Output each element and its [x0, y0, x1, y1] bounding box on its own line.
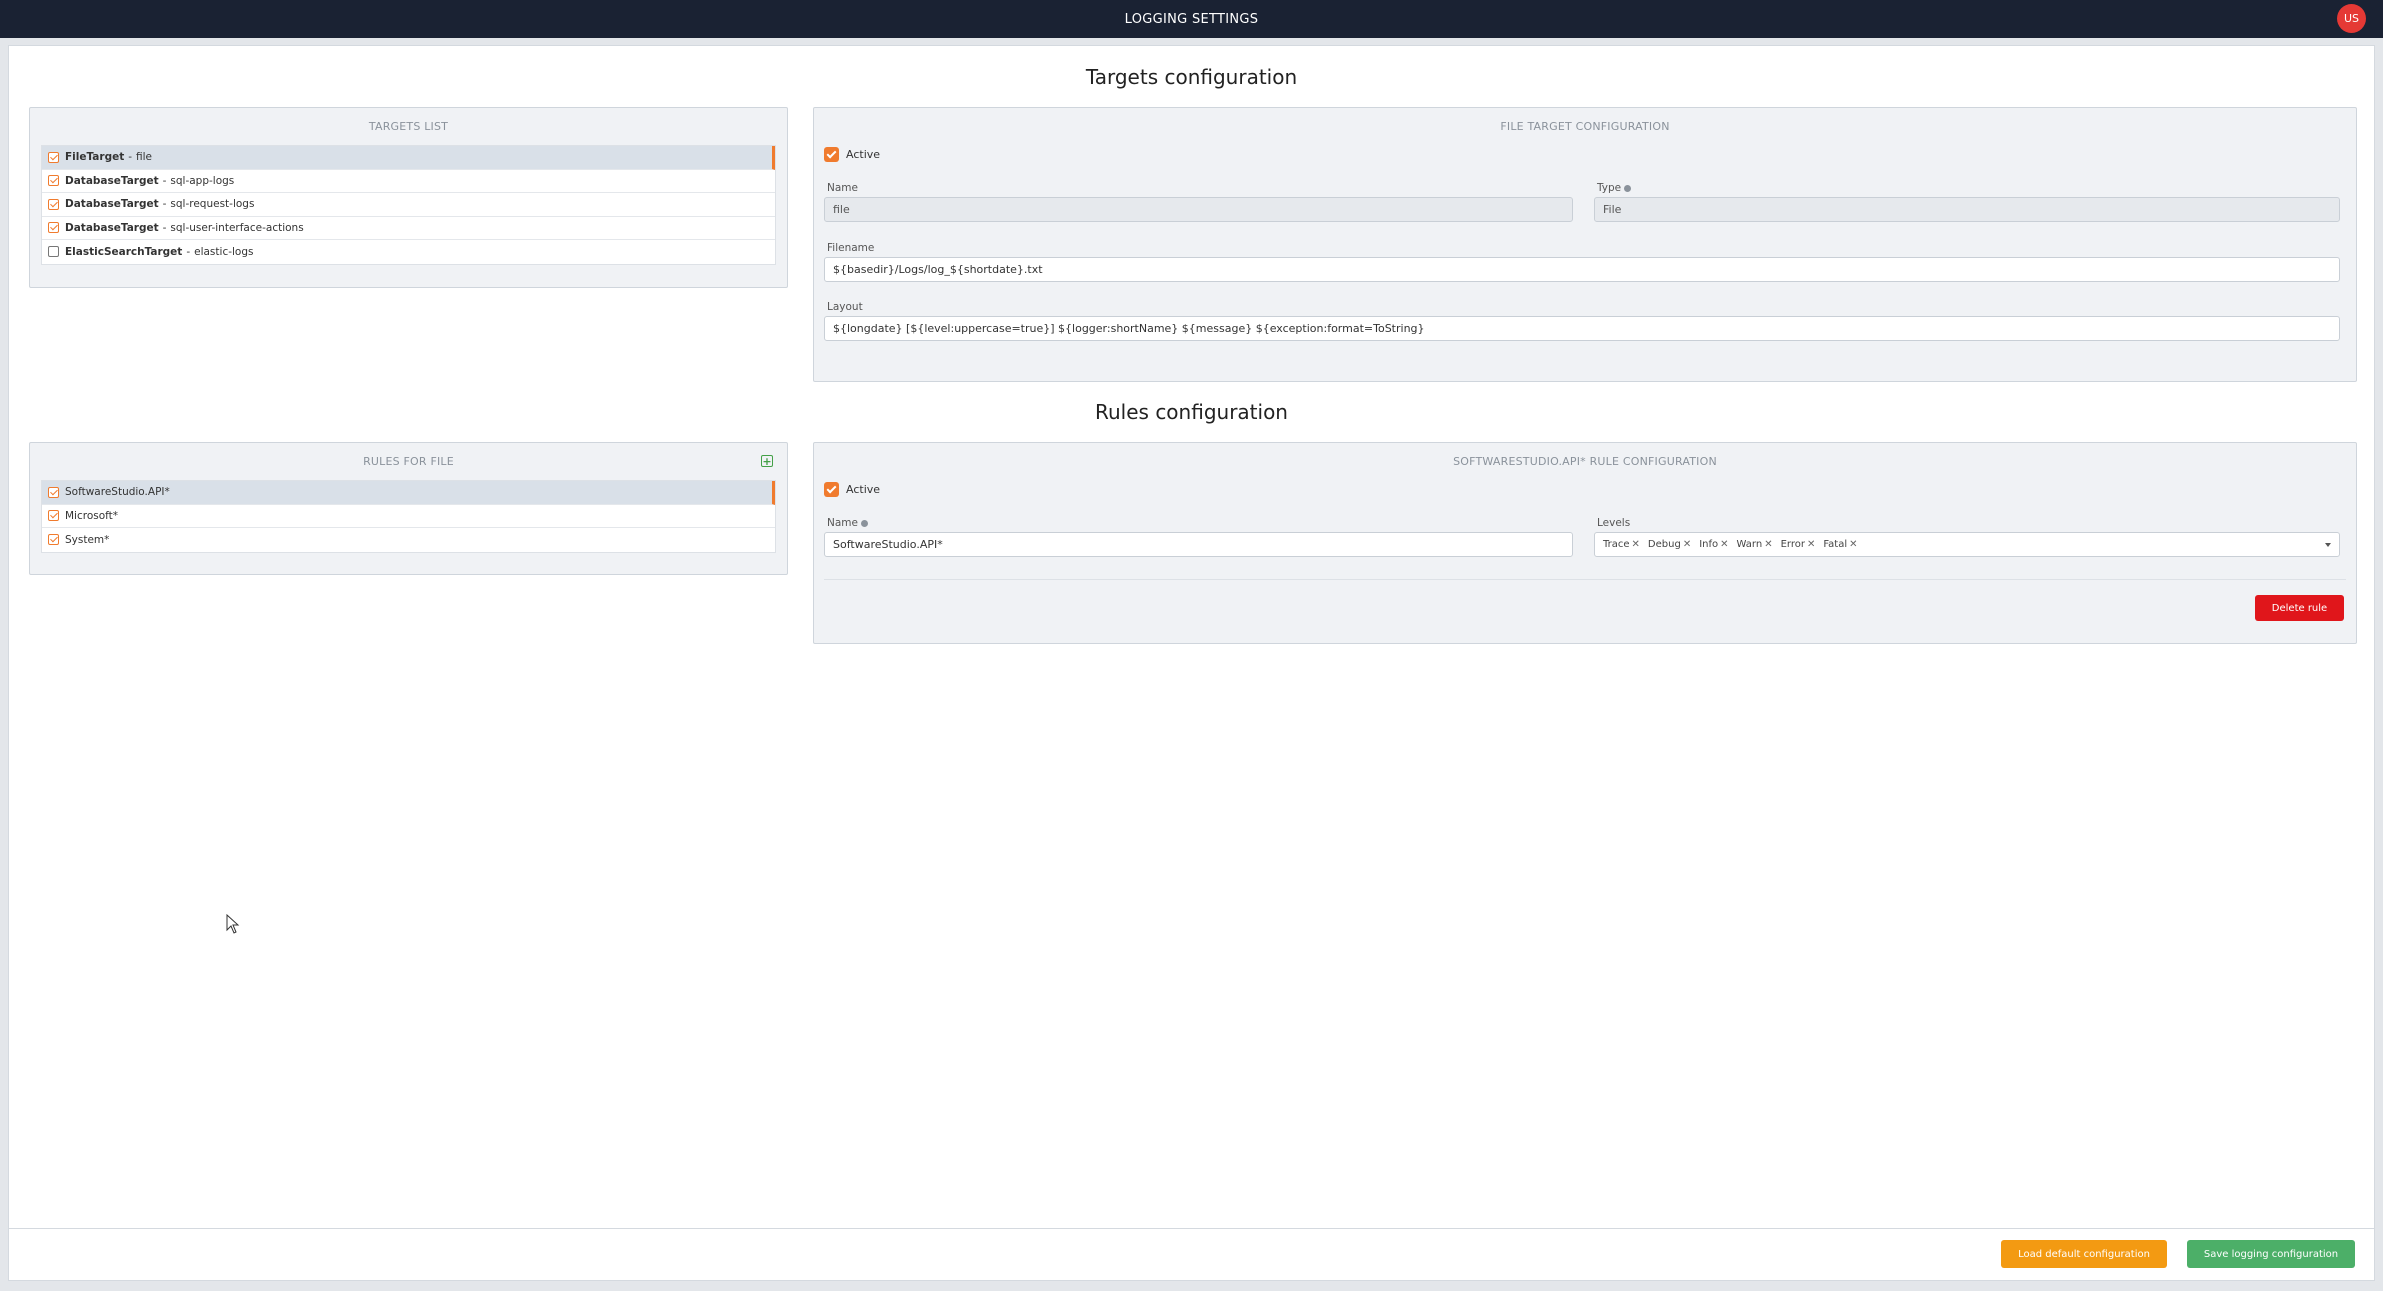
level-chip-label: Trace [1603, 539, 1630, 550]
target-list-item[interactable]: FileTarget - file [42, 146, 775, 170]
rule-config-header: SOFTWARESTUDIO.API* RULE CONFIGURATION [1453, 455, 1717, 468]
save-logging-config-button[interactable]: Save logging configuration [2187, 1240, 2355, 1268]
active-checkbox[interactable] [824, 147, 839, 162]
rule-name-label: Name [827, 517, 868, 529]
level-chip: Error ✕ [1781, 539, 1816, 550]
level-chip: Fatal ✕ [1823, 539, 1857, 550]
user-avatar[interactable]: US [2337, 4, 2366, 33]
target-type: DatabaseTarget [65, 221, 159, 234]
divider [824, 579, 2346, 580]
target-name: sql-request-logs [170, 198, 255, 211]
target-name: file [136, 151, 153, 164]
rule-list-item[interactable]: SoftwareStudio.API* [42, 481, 775, 505]
level-chip-label: Debug [1647, 539, 1681, 550]
remove-level-icon[interactable]: ✕ [1683, 539, 1691, 550]
target-separator: - [162, 174, 167, 187]
rules-section-title: Rules configuration [1095, 400, 1288, 424]
filename-label: Filename [827, 242, 875, 254]
chevron-down-icon[interactable] [2325, 543, 2331, 547]
level-chip: Trace ✕ [1603, 539, 1640, 550]
filename-field[interactable]: ${basedir}/Logs/log_${shortdate}.txt [824, 257, 2340, 282]
level-chip-label: Fatal [1823, 539, 1848, 550]
level-chip: Debug ✕ [1648, 539, 1691, 550]
file-target-config-header: FILE TARGET CONFIGURATION [1500, 120, 1670, 133]
level-chip: Warn ✕ [1737, 539, 1773, 550]
rule-name: Microsoft* [65, 509, 119, 522]
target-type: DatabaseTarget [65, 174, 159, 187]
footer-bar: Load default configuration Save logging … [9, 1228, 2374, 1280]
target-list-item[interactable]: DatabaseTarget - sql-app-logs [42, 170, 775, 193]
target-separator: - [128, 151, 133, 164]
info-icon [1624, 184, 1632, 192]
layout-label: Layout [827, 301, 863, 313]
targets-list-panel: TARGETS LIST FileTarget - file DatabaseTarg… [29, 107, 788, 288]
remove-level-icon[interactable]: ✕ [1764, 539, 1772, 550]
remove-level-icon[interactable]: ✕ [1849, 539, 1857, 550]
app-title: LOGGING SETTINGS [1124, 11, 1259, 27]
layout-field[interactable]: ${longdate} [${level:uppercase=true}] ${… [824, 316, 2340, 341]
target-type: FileTarget [65, 151, 125, 164]
rule-name: System* [65, 533, 110, 546]
type-label: Type [1597, 182, 1632, 194]
targets-list-header: TARGETS LIST [368, 120, 449, 133]
rule-config-panel: SOFTWARESTUDIO.API* RULE CONFIGURATION A… [813, 442, 2357, 644]
level-chip-label: Error [1780, 539, 1805, 550]
target-enabled-checkbox[interactable] [48, 222, 59, 234]
rules-list: SoftwareStudio.API* Microsoft* System* [41, 480, 776, 553]
target-enabled-checkbox[interactable] [48, 151, 59, 163]
target-enabled-checkbox[interactable] [48, 175, 59, 187]
active-checkbox[interactable] [824, 482, 839, 497]
level-chip-label: Warn [1736, 539, 1763, 550]
rule-list-item[interactable]: System* [42, 528, 775, 552]
target-separator: - [162, 221, 167, 234]
rule-name-label-text: Name [827, 517, 858, 529]
active-label: Active [846, 483, 881, 496]
target-list-item[interactable]: DatabaseTarget - sql-request-logs [42, 193, 775, 217]
rule-list-item[interactable]: Microsoft* [42, 505, 775, 528]
add-rule-icon[interactable]: + [761, 455, 773, 467]
target-separator: - [186, 245, 191, 258]
target-name: elastic-logs [194, 245, 254, 258]
remove-level-icon[interactable]: ✕ [1632, 539, 1640, 550]
rules-list-header: RULES FOR FILE [363, 455, 454, 468]
remove-level-icon[interactable]: ✕ [1807, 539, 1815, 550]
delete-rule-button[interactable]: Delete rule [2255, 595, 2344, 621]
targets-section-title: Targets configuration [1085, 65, 1298, 89]
target-type: ElasticSearchTarget [65, 245, 183, 258]
top-bar: LOGGING SETTINGS US [0, 0, 2383, 38]
levels-label: Levels [1597, 517, 1631, 529]
remove-level-icon[interactable]: ✕ [1720, 539, 1728, 550]
target-name: sql-app-logs [170, 174, 235, 187]
level-chip-label: Info [1699, 539, 1719, 550]
target-list-item[interactable]: DatabaseTarget - sql-user-interface-action… [42, 217, 775, 240]
info-icon [860, 519, 868, 527]
targets-list: FileTarget - file DatabaseTarget - sql-app-lo… [41, 145, 776, 265]
target-name: sql-user-interface-actions [170, 221, 304, 234]
level-chip: Info ✕ [1699, 539, 1728, 550]
mouse-cursor-icon [226, 914, 240, 934]
target-separator: - [162, 198, 167, 211]
name-label: Name [827, 182, 858, 194]
rule-enabled-checkbox[interactable] [48, 534, 59, 546]
active-label: Active [846, 148, 881, 161]
target-enabled-checkbox[interactable] [48, 246, 59, 258]
main-content: Targets configuration TARGETS LIST FileT… [8, 45, 2375, 1281]
target-list-item[interactable]: ElasticSearchTarget - elastic-logs [42, 240, 775, 264]
rules-list-panel: RULES FOR FILE + SoftwareStudio.API* Micr… [29, 442, 788, 575]
target-type-field[interactable]: File [1594, 197, 2340, 222]
file-target-config-panel: FILE TARGET CONFIGURATION Active Name fi… [813, 107, 2357, 382]
type-label-text: Type [1597, 182, 1622, 194]
target-enabled-checkbox[interactable] [48, 198, 59, 210]
rule-name: SoftwareStudio.API* [65, 486, 170, 499]
rule-name-field[interactable]: SoftwareStudio.API* [824, 532, 1573, 557]
rule-enabled-checkbox[interactable] [48, 510, 59, 522]
target-active-toggle[interactable]: Active [824, 147, 880, 162]
rule-active-toggle[interactable]: Active [824, 482, 880, 497]
target-type: DatabaseTarget [65, 198, 159, 211]
levels-multiselect[interactable]: Trace ✕ Debug ✕ Info ✕ Warn ✕ Error ✕ Fatal ✕ [1594, 532, 2340, 557]
load-default-config-button[interactable]: Load default configuration [2001, 1240, 2167, 1268]
rule-enabled-checkbox[interactable] [48, 486, 59, 498]
target-name-field[interactable]: file [824, 197, 1573, 222]
